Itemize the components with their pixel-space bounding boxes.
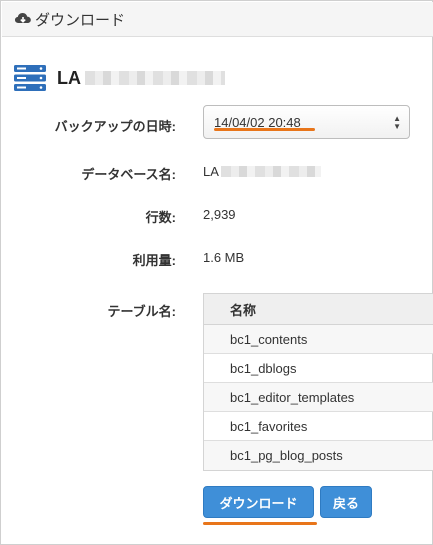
database-name-value: LA	[203, 164, 321, 179]
usage-label: 利用量:	[132, 253, 176, 268]
database-heading: LA	[13, 63, 225, 93]
database-name-text: LA	[57, 67, 81, 88]
database-name-value-text: LA	[203, 164, 219, 179]
download-button[interactable]: ダウンロード	[203, 486, 314, 518]
select-arrows-icon: ▲ ▼	[393, 114, 401, 131]
usage-value: 1.6 MB	[203, 250, 245, 265]
database-server-icon	[13, 63, 47, 93]
table-row: bc1_contents	[204, 325, 433, 354]
table-row: bc1_favorites	[204, 412, 433, 441]
table-row: bc1_dblogs	[204, 354, 433, 383]
row-count-label: 行数:	[145, 210, 176, 225]
table-names-list: 名称 bc1_contents bc1_dblogs bc1_editor_te…	[203, 293, 433, 471]
table-row: bc1_editor_templates	[204, 383, 433, 412]
backup-datetime-select[interactable]: 14/04/02 20:48 ▲ ▼	[203, 105, 410, 139]
redacted-text	[85, 71, 225, 85]
database-name: LA	[57, 68, 225, 89]
download-panel: ダウンロード LA バックアップの日時: 14/04/02 20:48 ▲▼	[0, 0, 433, 545]
cloud-download-icon	[14, 11, 32, 27]
table-names-label: テーブル名:	[107, 304, 176, 319]
panel-header: ダウンロード	[2, 2, 433, 37]
backup-datetime-label: バックアップの日時:	[54, 119, 176, 134]
table-row: bc1_pg_blog_posts	[204, 441, 433, 470]
table-header: 名称	[204, 294, 433, 325]
redacted-text	[220, 166, 321, 177]
database-name-label: データベース名:	[81, 167, 176, 182]
row-count-value: 2,939	[203, 207, 236, 222]
highlight-underline	[203, 522, 317, 525]
panel-title: ダウンロード	[35, 11, 126, 29]
highlight-underline	[214, 128, 315, 131]
back-button[interactable]: 戻る	[320, 486, 372, 518]
